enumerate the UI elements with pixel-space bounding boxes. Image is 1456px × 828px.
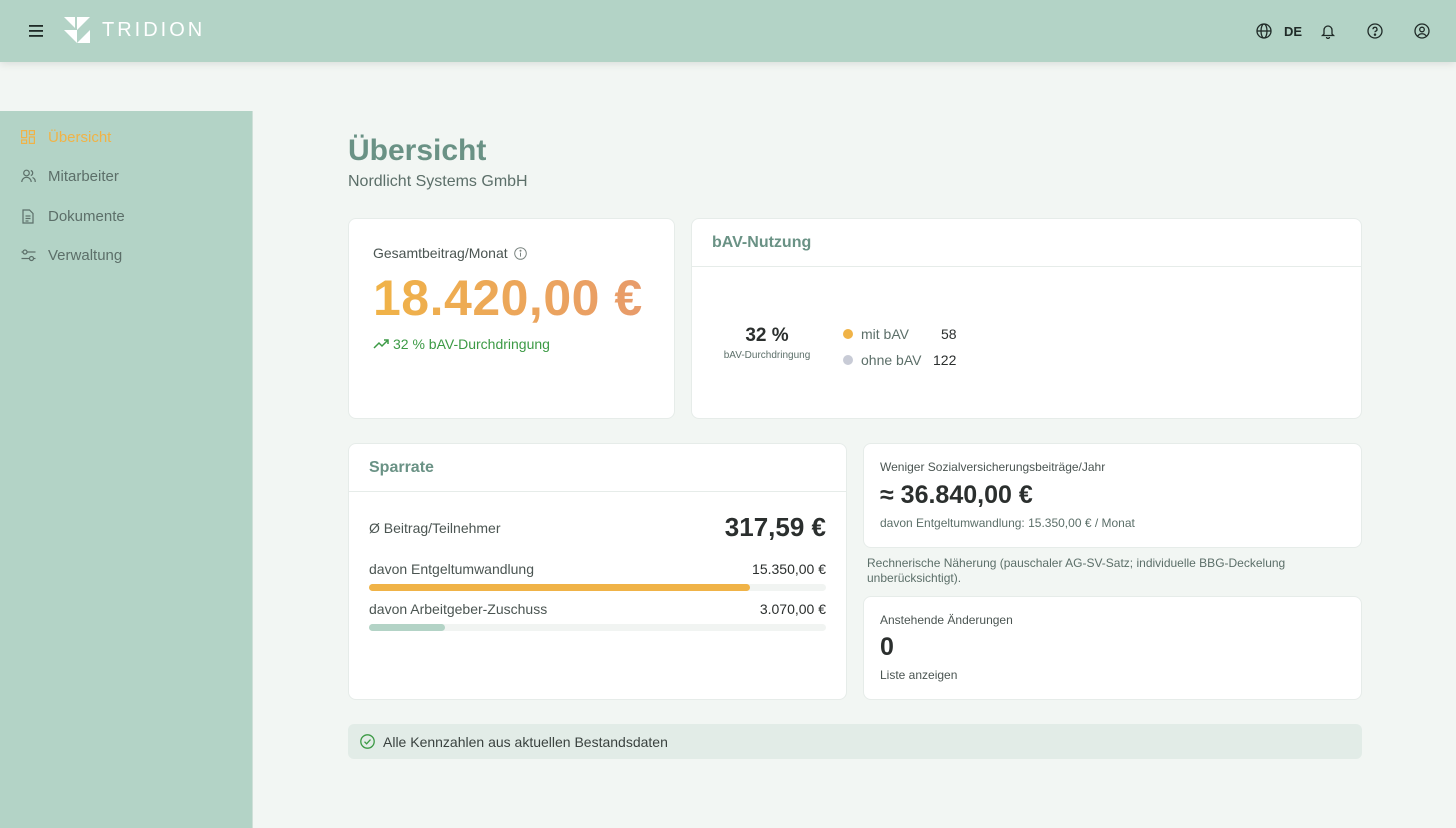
donut-center: 32 % bAV-Durchdringung bbox=[712, 325, 822, 361]
employer-subsidy-label: davon Arbeitgeber-Zuschuss bbox=[369, 601, 548, 617]
penetration-trend-text: 32 % bAV-Durchdringung bbox=[393, 336, 550, 352]
page-title: Übersicht bbox=[348, 134, 487, 167]
settings-sliders-icon bbox=[20, 247, 36, 263]
social-savings-sub: davon Entgeltumwandlung: 15.350,00 € / M… bbox=[880, 516, 1135, 530]
data-status-banner: Alle Kennzahlen aus aktuellen Bestandsda… bbox=[348, 724, 1362, 759]
employer-subsidy-bar bbox=[369, 624, 826, 631]
legend-item-without-bav: ohne bAV 122 bbox=[843, 347, 957, 373]
legend-label: ohne bAV bbox=[861, 352, 922, 368]
sidebar-item-label: Verwaltung bbox=[48, 246, 123, 264]
social-savings-value: ≈ 36.840,00 € bbox=[880, 481, 1033, 509]
bav-usage-card: bAV-Nutzung 32 % bAV-Durchdringung mit b… bbox=[691, 218, 1362, 419]
pending-changes-card: Anstehende Änderungen 0 Liste anzeigen bbox=[863, 596, 1362, 700]
language-selector[interactable]: DE bbox=[1284, 24, 1302, 39]
sidebar-item-label: Übersicht bbox=[48, 128, 112, 146]
brand-logo[interactable]: TRIDION bbox=[64, 17, 205, 43]
company-name: Nordlicht Systems GmbH bbox=[348, 173, 528, 190]
salary-conversion-bar-fill bbox=[369, 584, 750, 591]
avg-contribution-row: Ø Beitrag/Teilnehmer 317,59 € bbox=[369, 512, 826, 543]
salary-conversion-bar bbox=[369, 584, 826, 591]
users-icon bbox=[20, 168, 36, 184]
sidebar-item-verwaltung[interactable]: Verwaltung bbox=[20, 243, 122, 267]
legend-dot bbox=[843, 355, 853, 365]
legend-value: 122 bbox=[933, 352, 957, 368]
total-contribution-label: Gesamtbeitrag/Monat bbox=[373, 245, 508, 261]
data-status-text: Alle Kennzahlen aus aktuellen Bestandsda… bbox=[383, 733, 668, 750]
social-savings-label: Weniger Sozialversicherungsbeiträge/Jahr bbox=[880, 460, 1106, 474]
employer-subsidy-bar-fill bbox=[369, 624, 446, 631]
legend-label: mit bAV bbox=[861, 326, 909, 342]
penetration-trend: 32 % bAV-Durchdringung bbox=[373, 336, 550, 352]
sidebar-item-label: Dokumente bbox=[48, 207, 125, 225]
brand-name: TRIDION bbox=[102, 18, 206, 41]
penetration-percent: 32 % bbox=[745, 325, 789, 346]
globe-icon[interactable] bbox=[1252, 19, 1276, 43]
social-security-savings-card: Weniger Sozialversicherungsbeiträge/Jahr… bbox=[863, 443, 1362, 548]
sidebar-item-dokumente[interactable]: Dokumente bbox=[20, 204, 125, 228]
usage-legend: mit bAV 58 ohne bAV 122 bbox=[843, 321, 957, 373]
trending-up-icon bbox=[373, 339, 389, 349]
total-contribution-label-row: Gesamtbeitrag/Monat bbox=[373, 245, 527, 261]
avg-contribution-label: Ø Beitrag/Teilnehmer bbox=[369, 519, 501, 536]
legend-dot bbox=[843, 329, 853, 339]
dashboard-icon bbox=[20, 129, 36, 145]
sidebar: Übersicht Mitarbeiter Dokumente Verwaltu… bbox=[0, 111, 253, 828]
penetration-label: bAV-Durchdringung bbox=[723, 350, 811, 361]
salary-conversion-label: davon Entgeltumwandlung bbox=[369, 561, 535, 577]
pending-changes-label: Anstehende Änderungen bbox=[880, 613, 1013, 627]
info-icon[interactable] bbox=[513, 246, 527, 260]
show-list-link[interactable]: Liste anzeigen bbox=[880, 668, 957, 682]
legend-item-with-bav: mit bAV 58 bbox=[843, 321, 957, 347]
sidebar-item-uebersicht[interactable]: Übersicht bbox=[20, 125, 111, 149]
savings-rate-title: Sparrate bbox=[349, 444, 846, 492]
salary-conversion-row: davon Entgeltumwandlung 15.350,00 € bbox=[369, 561, 826, 577]
approximation-note: Rechnerische Näherung (pauschaler AG-SV-… bbox=[867, 556, 1286, 585]
bav-usage-title: bAV-Nutzung bbox=[692, 219, 1361, 267]
help-icon[interactable] bbox=[1363, 19, 1387, 43]
savings-rate-card: Sparrate Ø Beitrag/Teilnehmer 317,59 € d… bbox=[348, 443, 847, 700]
employer-subsidy-value: 3.070,00 € bbox=[759, 601, 826, 617]
check-circle-icon bbox=[360, 734, 375, 749]
menu-icon[interactable] bbox=[24, 19, 48, 43]
document-icon bbox=[20, 208, 36, 224]
legend-value: 58 bbox=[941, 326, 957, 342]
bell-icon[interactable] bbox=[1316, 19, 1340, 43]
sidebar-item-mitarbeiter[interactable]: Mitarbeiter bbox=[20, 164, 119, 188]
salary-conversion-value: 15.350,00 € bbox=[752, 561, 826, 577]
user-account-icon[interactable] bbox=[1410, 19, 1434, 43]
top-bar: TRIDION DE bbox=[0, 0, 1456, 62]
total-contribution-card: Gesamtbeitrag/Monat 18.420,00 € 32 % bAV… bbox=[348, 218, 675, 419]
pending-changes-count: 0 bbox=[880, 633, 894, 661]
avg-contribution-value: 317,59 € bbox=[724, 512, 826, 542]
employer-subsidy-row: davon Arbeitgeber-Zuschuss 3.070,00 € bbox=[369, 601, 826, 617]
logo-mark-icon bbox=[64, 17, 90, 43]
total-contribution-value: 18.420,00 € bbox=[373, 270, 643, 326]
sidebar-item-label: Mitarbeiter bbox=[48, 167, 119, 185]
